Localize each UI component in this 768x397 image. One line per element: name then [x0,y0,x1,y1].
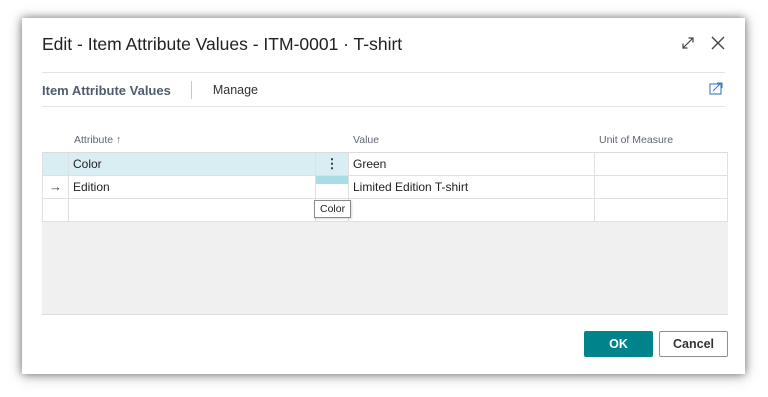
arrow-right-icon: → [49,179,62,194]
menu-hover-highlight [316,176,348,184]
row-menu-button[interactable] [316,176,349,198]
close-icon[interactable] [711,36,725,50]
attribute-values-grid: Attribute ↑ Value Unit of Measure Color … [42,128,728,315]
tooltip: Color [314,200,352,218]
row-marker[interactable] [42,153,69,175]
column-header-unit-of-measure[interactable]: Unit of Measure [599,134,673,146]
attribute-cell[interactable]: Edition [69,176,316,198]
value-cell[interactable]: Limited Edition T-shirt [349,176,595,198]
ok-button[interactable]: OK [584,331,653,357]
attribute-cell[interactable]: Color [69,153,316,175]
table-row[interactable] [42,199,728,222]
table-row[interactable]: → Edition Limited Edition T-shirt [42,176,728,199]
attribute-cell[interactable] [69,199,316,221]
unit-of-measure-cell[interactable] [595,153,728,175]
unit-of-measure-cell[interactable] [595,176,728,198]
value-cell[interactable] [349,199,595,221]
toolbar-divider [42,106,725,107]
row-menu-button[interactable]: ⋮ [316,153,349,175]
expand-icon[interactable] [681,36,695,50]
cancel-button[interactable]: Cancel [659,331,728,357]
title-actions [681,36,725,50]
dialog-title: Edit - Item Attribute Values - ITM-0001 … [42,34,403,54]
table-row[interactable]: Color ⋮ Green [42,153,728,176]
title-divider [42,72,725,73]
edit-item-attribute-values-dialog: Edit - Item Attribute Values - ITM-0001 … [22,18,745,374]
toolbar-separator [190,81,192,99]
tab-item-attribute-values[interactable]: Item Attribute Values [42,83,171,98]
row-marker[interactable]: → [42,176,69,198]
action-bar: Item Attribute Values Manage [42,74,725,106]
grid-header: Attribute ↑ Value Unit of Measure [42,128,728,152]
unit-of-measure-cell[interactable] [595,199,728,221]
grid-body: Color ⋮ Green → Edition Limited Edition … [42,152,728,315]
value-cell[interactable]: Green [349,153,595,175]
share-icon[interactable] [709,82,723,100]
column-header-attribute[interactable]: Attribute ↑ [74,134,121,146]
row-marker[interactable] [42,199,69,221]
tab-manage[interactable]: Manage [213,83,258,97]
more-vertical-icon: ⋮ [325,156,339,171]
column-header-value[interactable]: Value [353,134,379,146]
